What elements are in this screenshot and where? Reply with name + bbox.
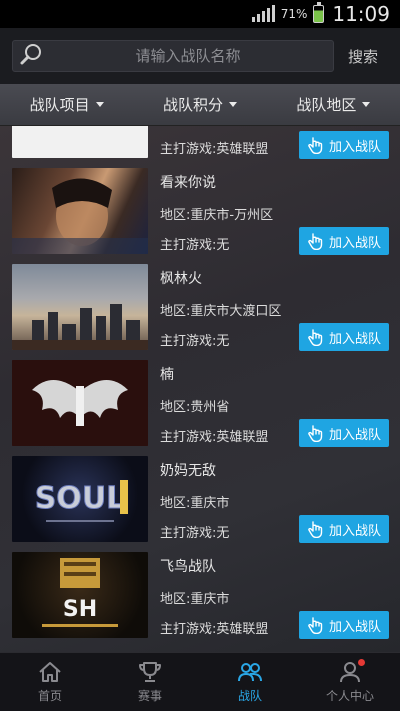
team-thumbnail <box>12 264 148 350</box>
team-name: 飞鸟战队 <box>160 559 216 575</box>
status-bar: 71% 11:09 <box>0 0 400 28</box>
svg-text:SOUL: SOUL <box>35 481 126 516</box>
team-item[interactable]: 主打游戏:英雄联盟 加入战队 <box>0 126 400 166</box>
hand-pointer-icon <box>308 233 323 250</box>
search-button[interactable]: 搜索 <box>348 46 378 67</box>
team-game: 主打游戏:英雄联盟 <box>160 142 269 157</box>
hand-pointer-icon <box>308 521 323 538</box>
battery-icon <box>313 2 325 23</box>
team-icon <box>238 663 262 682</box>
team-game: 主打游戏:无 <box>160 238 230 253</box>
team-game: 主打游戏:无 <box>160 334 230 349</box>
team-name: 楠 <box>160 367 174 383</box>
team-thumbnail: SOUL <box>12 456 148 542</box>
trophy-icon <box>139 662 161 682</box>
join-label: 加入战队 <box>328 139 381 155</box>
tab-label: 首页 <box>37 689 62 703</box>
tab-label: 战队 <box>237 689 262 703</box>
team-game: 主打游戏:英雄联盟 <box>160 622 269 637</box>
team-item[interactable]: 楠 地区:贵州省 主打游戏:英雄联盟 加入战队 <box>0 358 400 454</box>
join-label: 加入战队 <box>328 523 381 539</box>
join-label: 加入战队 <box>328 619 381 635</box>
hand-pointer-icon <box>308 617 323 634</box>
notification-dot <box>358 659 365 666</box>
join-team-button[interactable]: 加入战队 <box>299 515 389 543</box>
team-thumbnail: SH <box>12 552 148 638</box>
team-item[interactable]: 看来你说 地区:重庆市-万州区 主打游戏:无 加入战队 <box>0 166 400 262</box>
team-thumbnail <box>12 168 148 254</box>
home-icon <box>39 662 61 682</box>
tab-events[interactable]: 赛事 <box>100 653 200 711</box>
filter-points[interactable]: 战队积分 <box>133 94 266 115</box>
join-team-button[interactable]: 加入战队 <box>299 131 389 159</box>
team-region: 地区:重庆市-万州区 <box>160 208 274 223</box>
search-input[interactable] <box>43 41 333 71</box>
battery-percent: 71% <box>280 7 308 21</box>
filter-label: 战队项目 <box>29 96 90 114</box>
team-name: 奶妈无敌 <box>160 463 216 479</box>
team-region: 地区:贵州省 <box>160 400 230 415</box>
filter-region[interactable]: 战队地区 <box>267 94 400 115</box>
tab-home[interactable]: 首页 <box>0 653 100 711</box>
team-thumbnail <box>12 126 148 158</box>
filter-label: 战队地区 <box>296 96 357 114</box>
team-game: 主打游戏:无 <box>160 526 230 541</box>
hand-pointer-icon <box>308 329 323 346</box>
search-box[interactable] <box>12 40 334 72</box>
filter-bar: 战队项目 战队积分 战队地区 <box>0 84 400 126</box>
team-region: 地区:重庆市 <box>160 592 230 607</box>
join-team-button[interactable]: 加入战队 <box>299 323 389 351</box>
team-game: 主打游戏:英雄联盟 <box>160 430 269 445</box>
hand-pointer-icon <box>308 425 323 442</box>
team-list[interactable]: 主打游戏:英雄联盟 加入战队 看来你说 地区:重庆市-万州区 主打游戏:无 加入… <box>0 126 400 652</box>
filter-project[interactable]: 战队项目 <box>0 94 133 115</box>
hand-pointer-icon <box>308 137 323 154</box>
svg-text:SH: SH <box>63 597 97 622</box>
team-name: 枫林火 <box>160 271 202 287</box>
tab-profile[interactable]: 个人中心 <box>300 653 400 711</box>
filter-label: 战队积分 <box>162 96 223 114</box>
bottom-tab-bar: 首页 赛事 战队 个人中心 <box>0 652 400 711</box>
dropdown-arrow-icon <box>362 102 371 107</box>
dropdown-arrow-icon <box>229 102 237 107</box>
join-team-button[interactable]: 加入战队 <box>299 419 389 447</box>
join-team-button[interactable]: 加入战队 <box>299 227 389 255</box>
team-item[interactable]: 枫林火 地区:重庆市大渡口区 主打游戏:无 加入战队 <box>0 262 400 358</box>
search-bar: 搜索 <box>0 28 400 84</box>
tab-label: 个人中心 <box>325 689 374 703</box>
clock: 11:09 <box>332 2 390 26</box>
join-team-button[interactable]: 加入战队 <box>299 611 389 639</box>
team-item[interactable]: SH 飞鸟战队 地区:重庆市 主打游戏:英雄联盟 加入战队 <box>0 550 400 646</box>
team-thumbnail <box>12 360 148 446</box>
team-region: 地区:重庆市大渡口区 <box>160 304 282 319</box>
team-name: 看来你说 <box>160 175 216 191</box>
join-label: 加入战队 <box>328 427 381 443</box>
join-label: 加入战队 <box>328 331 381 347</box>
team-region: 地区:重庆市 <box>160 496 230 511</box>
tab-teams[interactable]: 战队 <box>200 653 300 711</box>
join-label: 加入战队 <box>328 235 381 251</box>
team-item[interactable]: SOUL 奶妈无敌 地区:重庆市 主打游戏:无 加入战队 <box>0 454 400 550</box>
signal-icon <box>251 5 275 22</box>
tab-label: 赛事 <box>137 689 162 703</box>
search-icon <box>19 42 43 70</box>
dropdown-arrow-icon <box>95 102 104 107</box>
